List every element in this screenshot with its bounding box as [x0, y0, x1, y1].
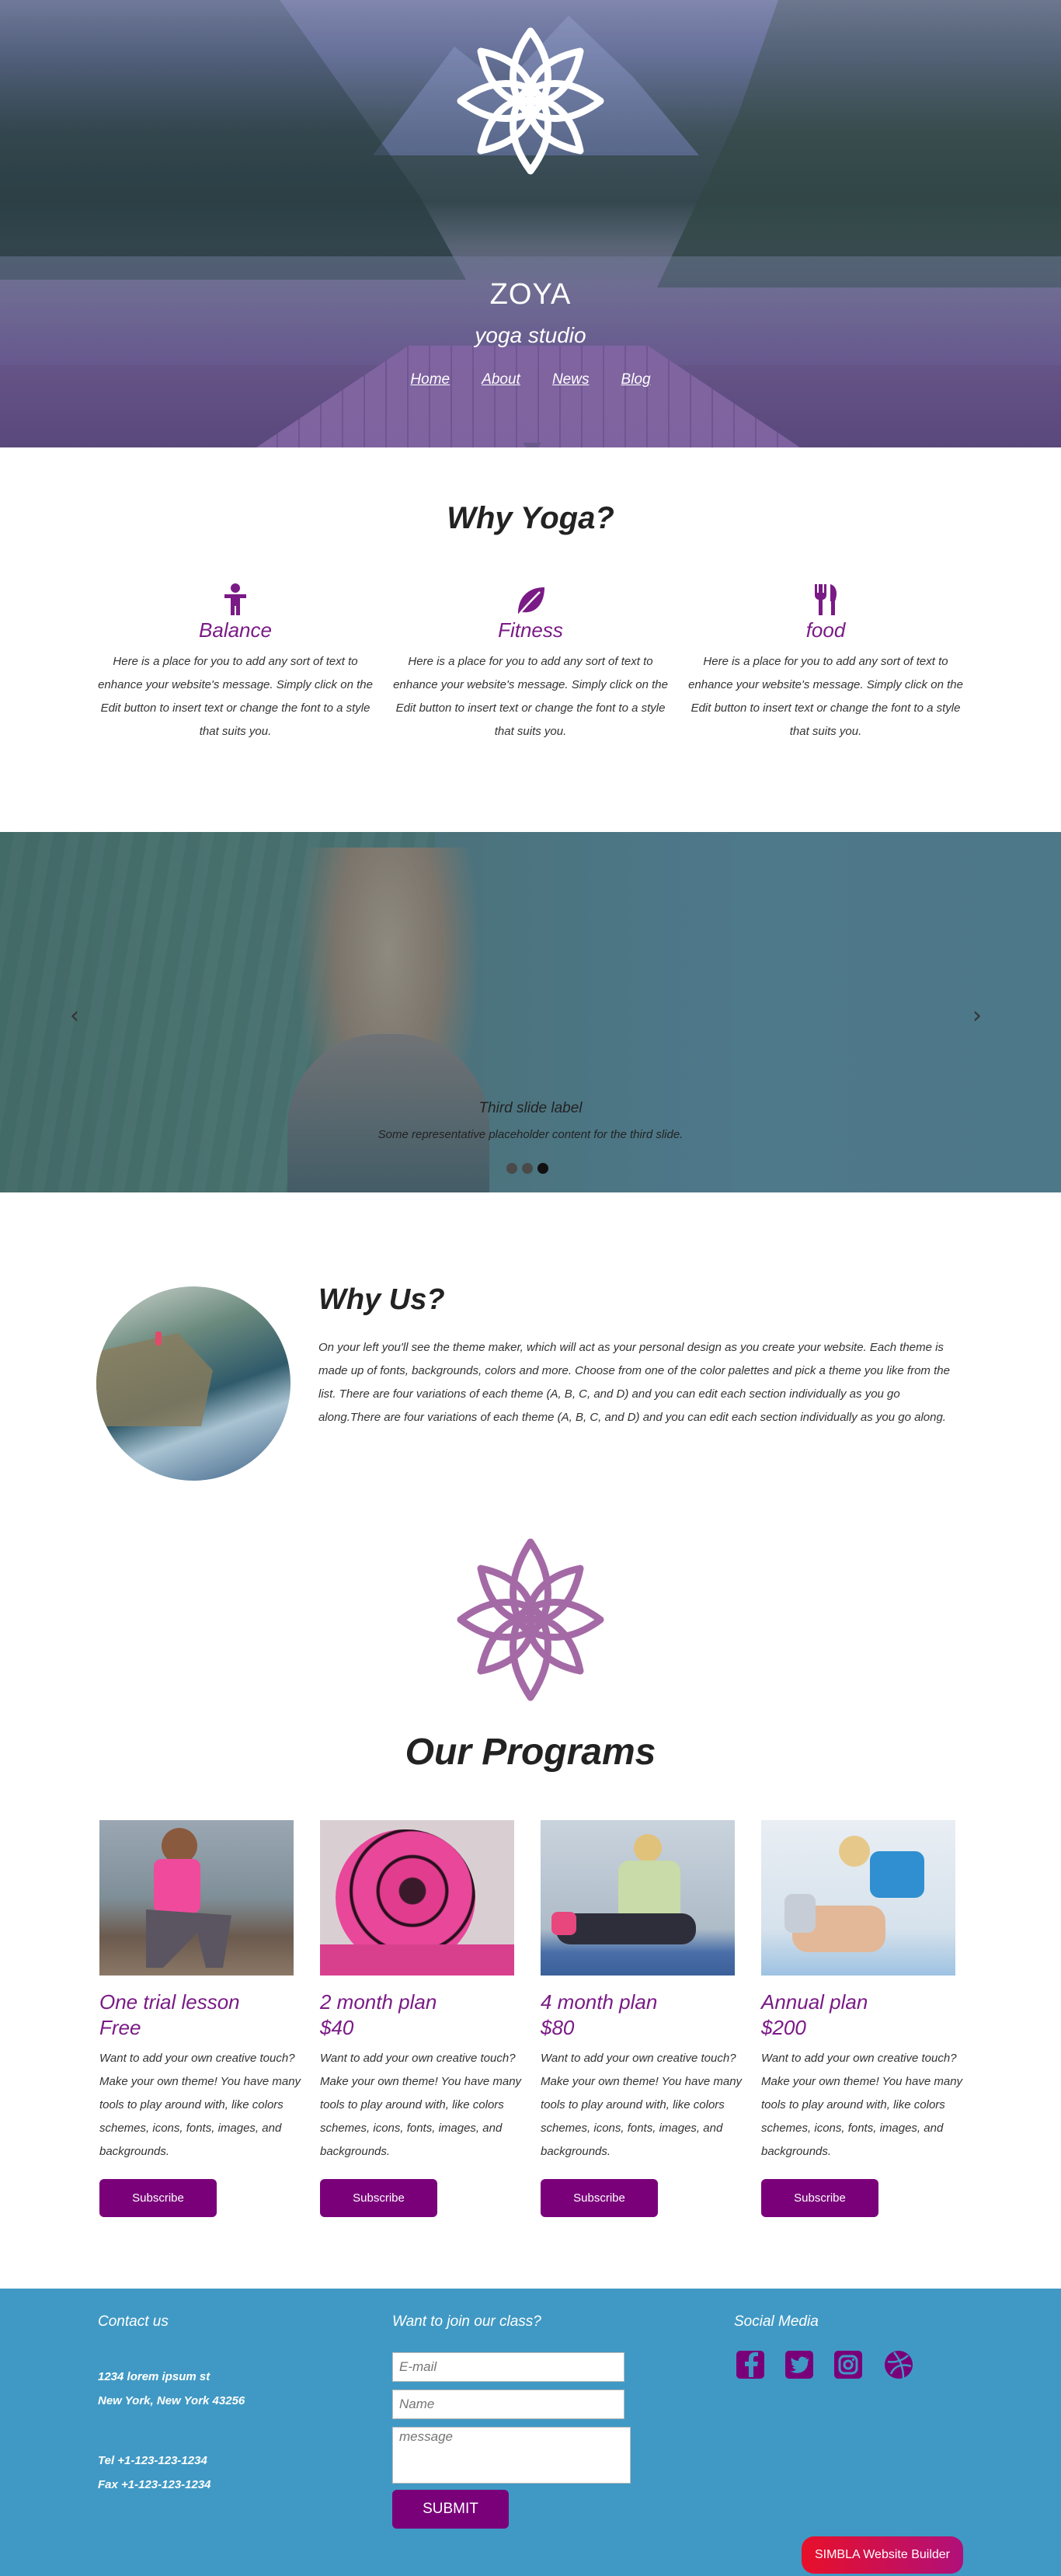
why-yoga-title: Why Yoga?: [447, 501, 614, 535]
email-field[interactable]: [392, 2352, 624, 2382]
woman-head: [839, 1836, 870, 1867]
fax: Fax +1-123-123-1234: [98, 2478, 211, 2491]
carousel-dot-2[interactable]: [522, 1163, 533, 1174]
carousel-indicators: [506, 1162, 553, 1177]
why-us-title: Why Us?: [318, 1283, 445, 1316]
subscribe-button[interactable]: Subscribe: [541, 2179, 658, 2217]
facebook-icon[interactable]: [735, 2349, 766, 2380]
chevron-right-icon[interactable]: ›: [972, 1002, 982, 1029]
program-card-2month: 2 month plan $40 Want to add your own cre…: [320, 1820, 524, 2217]
program-price: Free: [99, 2016, 141, 2039]
program-name: 2 month plan: [320, 1990, 437, 2014]
program-title: 4 month plan $80: [541, 1989, 744, 2041]
program-title: Annual plan $200: [761, 1989, 965, 2041]
carousel-dot-3[interactable]: [537, 1163, 548, 1174]
program-price: $80: [541, 2016, 575, 2039]
program-name: Annual plan: [761, 1990, 868, 2014]
program-name: 4 month plan: [541, 1990, 658, 2014]
phone-info: Tel +1-123-123-1234 Fax +1-123-123-1234: [98, 2449, 211, 2497]
program-image: [320, 1820, 514, 1976]
feature-title: food: [805, 618, 846, 642]
dribbble-icon[interactable]: [883, 2349, 914, 2380]
program-image: [761, 1820, 955, 1976]
program-text: Want to add your own creative touch? Mak…: [541, 2052, 743, 2158]
submit-button[interactable]: SUBMIT: [392, 2490, 509, 2529]
tel: Tel +1-123-123-1234: [98, 2454, 207, 2467]
program-name: One trial lesson: [99, 1990, 240, 2014]
program-price: $200: [761, 2016, 806, 2039]
program-price: $40: [320, 2016, 354, 2039]
program-title: One trial lesson Free: [99, 1989, 303, 2041]
nav-home[interactable]: Home: [410, 371, 450, 388]
feature-text: Here is a place for you to add any sort …: [393, 655, 668, 738]
program-text: Want to add your own creative touch? Mak…: [761, 2052, 963, 2158]
simbla-badge[interactable]: SIMBLA Website Builder: [802, 2536, 963, 2574]
programs-title: Our Programs: [405, 1732, 656, 1773]
program-image: [541, 1820, 735, 1976]
cliff-shape: [96, 1333, 213, 1426]
feature-balance: Balance Here is a place for you to add a…: [96, 583, 375, 743]
feature-fitness: Fitness Here is a place for you to add a…: [391, 583, 670, 743]
join-title: Want to join our class?: [392, 2313, 541, 2330]
social-title: Social Media: [734, 2313, 819, 2330]
person-figure: [155, 1332, 162, 1345]
why-us-text: On your left you'll see the theme maker,…: [318, 1341, 950, 1424]
blue-top: [870, 1851, 924, 1898]
lotus-divider-icon: [457, 1538, 604, 1701]
legs: [556, 1913, 696, 1944]
slide-caption: Some representative placeholder content …: [377, 1128, 684, 1141]
program-card-trial: One trial lesson Free Want to add your ow…: [99, 1820, 303, 2217]
pink-top: [154, 1859, 200, 1913]
carousel-dot-1[interactable]: [506, 1163, 517, 1174]
brand-name: ZOYA: [489, 278, 572, 311]
sneakers: [784, 1894, 816, 1933]
why-us-image: [96, 1286, 290, 1481]
nav-news[interactable]: News: [552, 371, 590, 388]
subscribe-button[interactable]: Subscribe: [761, 2179, 878, 2217]
yoga-mat-flat: [320, 1944, 514, 1976]
subscribe-button[interactable]: Subscribe: [99, 2179, 217, 2217]
program-card-4month: 4 month plan $80 Want to add your own cre…: [541, 1820, 744, 2217]
subscribe-button[interactable]: Subscribe: [320, 2179, 437, 2217]
feature-title: Fitness: [498, 618, 563, 642]
leggings: [146, 1909, 231, 1968]
feature-text: Here is a place for you to add any sort …: [688, 655, 963, 738]
feature-food: food Here is a place for you to add any …: [686, 583, 965, 743]
brand-tagline: yoga studio: [475, 323, 586, 347]
program-image: [99, 1820, 294, 1976]
slide-label: Third slide label: [478, 1100, 583, 1116]
address-line-2: New York, New York 43256: [98, 2394, 245, 2407]
nav-blog[interactable]: Blog: [621, 371, 651, 388]
address-line-1: 1234 lorem ipsum st: [98, 2370, 210, 2383]
twitter-icon[interactable]: [784, 2349, 815, 2380]
program-text: Want to add your own creative touch? Mak…: [99, 2052, 301, 2158]
utensils-icon: [815, 584, 837, 615]
address: 1234 lorem ipsum st New York, New York 4…: [98, 2365, 245, 2413]
main-nav: Home About News Blog: [0, 371, 1061, 388]
feature-text: Here is a place for you to add any sort …: [98, 655, 373, 738]
hero-notch: [523, 443, 541, 447]
instagram-icon[interactable]: [833, 2349, 864, 2380]
program-title: 2 month plan $40: [320, 1989, 524, 2041]
chevron-left-icon[interactable]: ‹: [70, 1002, 79, 1029]
program-card-annual: Annual plan $200 Want to add your own cre…: [761, 1820, 965, 2217]
feature-title: Balance: [199, 618, 272, 642]
message-field[interactable]: [392, 2427, 631, 2484]
woman-head: [634, 1834, 662, 1862]
program-text: Want to add your own creative touch? Mak…: [320, 2052, 522, 2158]
contact-title: Contact us: [98, 2313, 169, 2330]
nav-about[interactable]: About: [482, 371, 520, 388]
pink-shoe: [551, 1912, 576, 1935]
leaf-icon: [518, 587, 544, 614]
name-field[interactable]: [392, 2390, 624, 2419]
lotus-logo-icon[interactable]: [453, 23, 608, 179]
person-icon: [224, 583, 246, 615]
